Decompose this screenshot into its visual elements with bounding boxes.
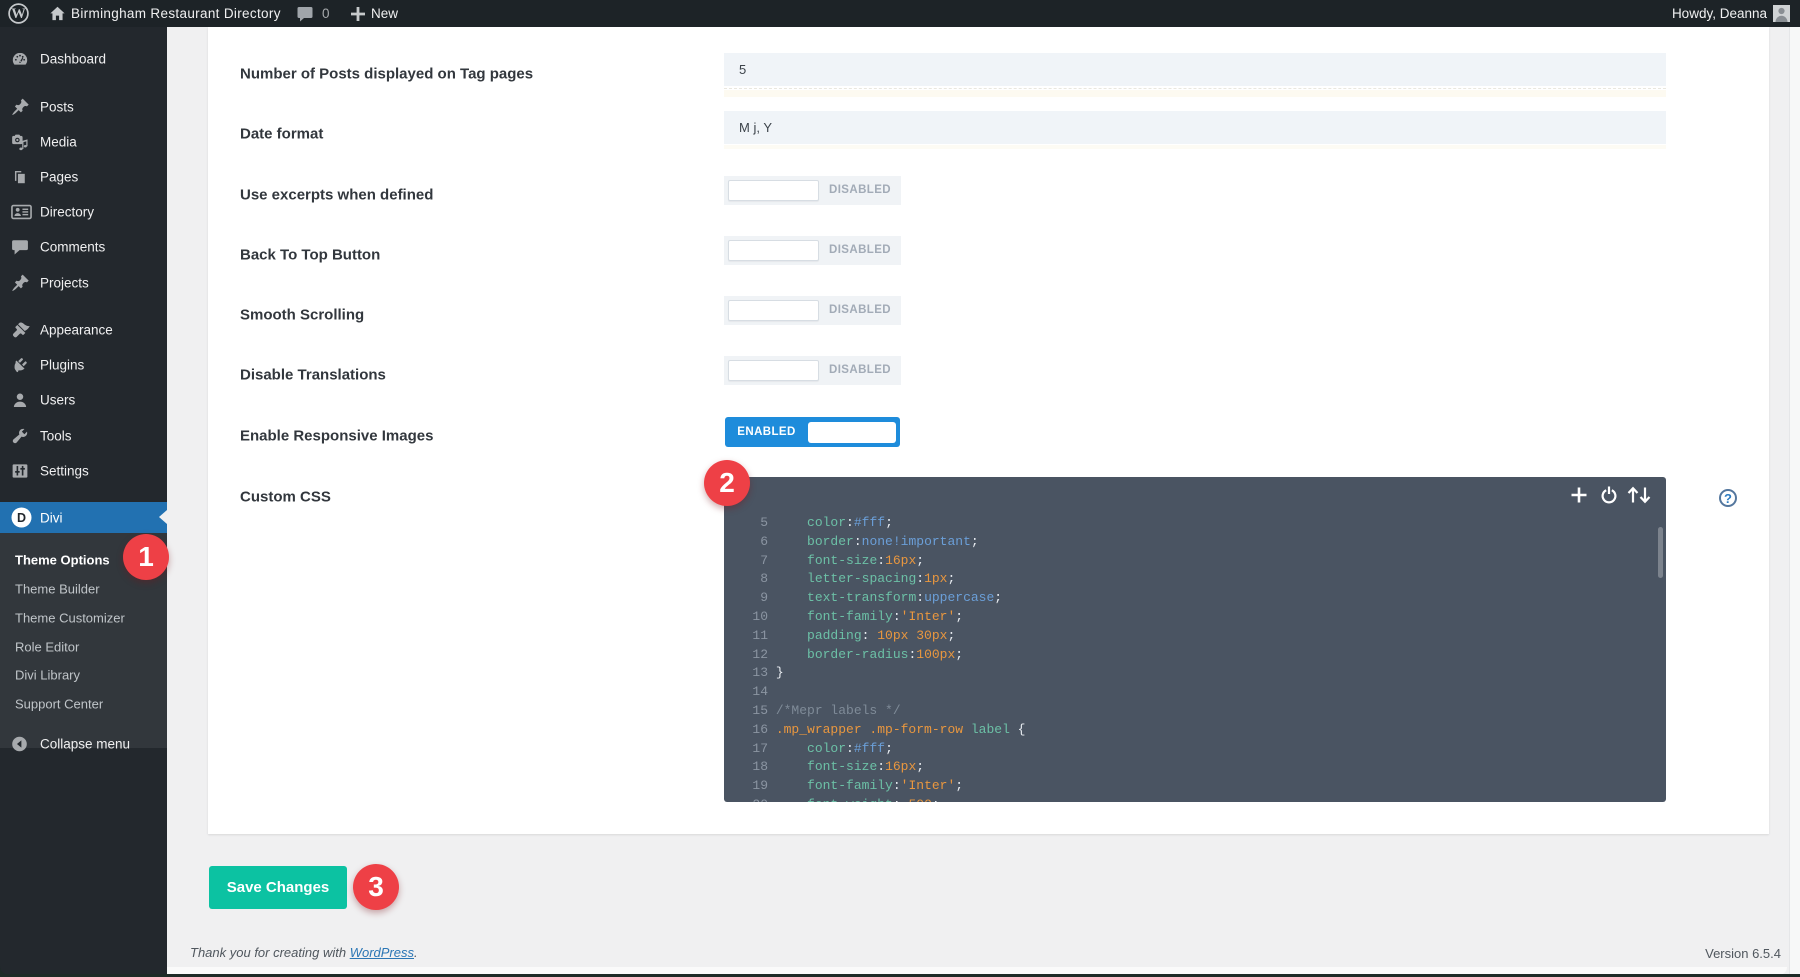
svg-text:W: W xyxy=(11,6,26,22)
svg-text:D: D xyxy=(17,511,26,525)
